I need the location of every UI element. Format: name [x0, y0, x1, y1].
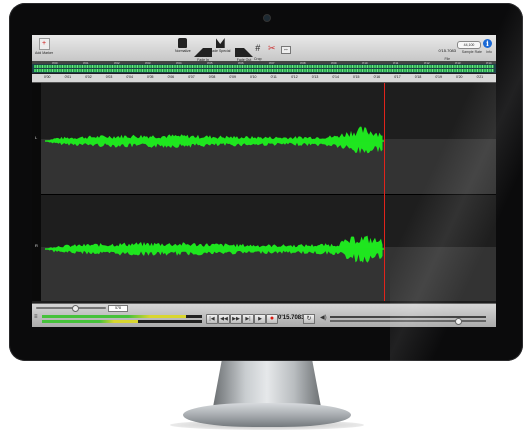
camera-icon — [263, 14, 271, 22]
info-icon[interactable]: i — [483, 39, 492, 48]
rewind-button[interactable]: ◀◀ — [218, 314, 230, 324]
transport-bar: 578 ≡ |◀ ◀◀ ▶▶ ▶| ▶ ● 0'15.7083 ↻ ◀) — [32, 303, 496, 327]
crop-icon: # — [255, 43, 261, 53]
crop-button[interactable]: # Crop — [254, 38, 262, 61]
duration-value: 0'15.7083 — [438, 48, 456, 53]
balance-slider[interactable] — [330, 318, 486, 325]
split-button[interactable]: ⇔ — [281, 38, 291, 56]
overview-channel-left — [34, 65, 494, 68]
ruler-tick-label: 0'10 — [250, 75, 257, 79]
ruler-tick-label: 0'21 — [476, 75, 484, 79]
toolbar: + Add Marker Normalize Fade In Fade Spec… — [32, 35, 496, 65]
app-screen: + Add Marker Normalize Fade In Fade Spec… — [32, 35, 496, 327]
ruler-tick-label: 0'16 — [373, 75, 381, 79]
volume-slider[interactable] — [330, 316, 486, 318]
add-marker-label: Add Marker — [35, 51, 54, 55]
record-button[interactable]: ● — [266, 314, 278, 324]
ruler-tick-label: 0'13 — [311, 75, 319, 79]
ruler-tick-label: 0'20 — [456, 75, 463, 79]
zoom-slider-knob[interactable] — [72, 305, 79, 312]
level-meter-right-fill — [42, 320, 138, 323]
fade-special-label: Fade Special — [210, 49, 231, 53]
ruler-tick-label: 0'11 — [270, 75, 277, 79]
fast-forward-button[interactable]: ▶▶ — [230, 314, 242, 324]
ruler-tick-label: 0'01 — [64, 75, 72, 79]
fade-special-icon — [215, 38, 225, 48]
split-icon: ⇔ — [281, 46, 291, 54]
ruler-tick-label: 0'08 — [208, 75, 216, 79]
overview-waveform[interactable]: 0'00 0'01 0'02 0'03 0'04 0'05 0'06 0'07 0'08 0'09… — [32, 61, 496, 73]
normalize-button[interactable]: Normalize — [175, 38, 191, 53]
ruler-tick-label: 0'12 — [291, 75, 298, 79]
playhead-cursor[interactable] — [383, 83, 385, 301]
ruler-tick-label: 0'15 — [353, 75, 360, 79]
level-meter-left — [42, 315, 202, 318]
fade-special-button[interactable]: Fade Special — [210, 38, 230, 53]
fade-out-icon — [235, 38, 253, 57]
info-label: Info — [486, 50, 492, 54]
ruler-tick-label: 0'14 — [332, 75, 339, 79]
waveform-left-channel — [45, 126, 383, 154]
fade-out-button[interactable]: Fade Out — [235, 38, 253, 62]
menu-icon[interactable]: ≡ — [34, 314, 38, 320]
go-to-end-button[interactable]: ▶| — [242, 314, 254, 324]
play-button[interactable]: ▶ — [254, 314, 266, 324]
overview-channel-right — [34, 69, 494, 72]
loop-button[interactable]: ↻ — [303, 314, 315, 324]
ruler-tick-label: 0'03 — [105, 75, 113, 79]
go-to-start-button[interactable]: |◀ — [206, 314, 218, 324]
ruler-tick-label: 0'18 — [414, 75, 422, 79]
level-meter-right — [42, 320, 202, 323]
overview-ruler: 0'00 0'01 0'02 0'03 0'04 0'05 0'06 0'07 0'08 0'09… — [32, 61, 496, 65]
scissors-icon: ✂ — [268, 43, 276, 53]
ruler-tick-label: 0'00 — [44, 75, 51, 79]
normalize-label: Normalize — [175, 49, 191, 53]
ruler-tick-label: 0'07 — [188, 75, 195, 79]
scissors-button[interactable]: ✂ — [268, 38, 276, 56]
ruler-tick-label: 0'02 — [85, 75, 92, 79]
ruler-tick-label: 0'17 — [394, 75, 401, 79]
add-marker-icon: + — [38, 38, 50, 50]
monitor-stand-neck — [213, 361, 321, 407]
add-marker-button[interactable]: + Add Marker — [35, 38, 53, 55]
zoom-slider[interactable] — [36, 305, 106, 312]
ruler-tick-label: 0'09 — [229, 75, 236, 79]
waveform-editor[interactable]: L R — [32, 83, 496, 301]
lock-icon — [178, 38, 188, 48]
sample-rate-select[interactable]: 44,100 — [457, 41, 481, 49]
ruler-tick-label: 0'04 — [126, 75, 133, 79]
zoom-field[interactable]: 578 — [108, 305, 128, 312]
balance-slider-knob[interactable] — [455, 318, 462, 325]
waveform — [45, 126, 384, 263]
ruler-tick-label: 0'05 — [147, 75, 154, 79]
timeline-ruler[interactable]: 0'00 0'01 0'02 0'03 0'04 0'05 0'06 0'07 0'08 0'09… — [32, 74, 496, 83]
level-meter-left-fill — [42, 315, 186, 318]
volume-icon: ◀) — [320, 315, 327, 321]
monitor-stand-foot — [183, 403, 351, 427]
ruler-tick-label: 0'19 — [435, 75, 442, 79]
sample-rate-label: Sample Rate — [461, 50, 482, 54]
ruler-tick-label: 0'06 — [167, 75, 175, 79]
time-readout: 0'15.7083 — [278, 315, 305, 321]
